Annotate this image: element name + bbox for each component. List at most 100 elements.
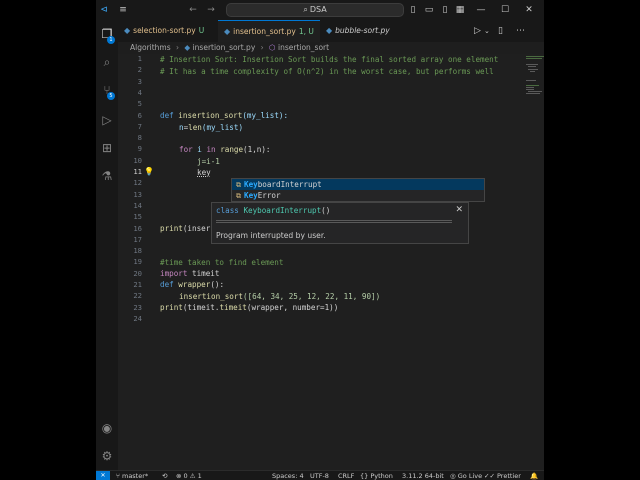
remote-indicator-icon[interactable]: ✕ [96,471,110,480]
line-number: 13 [133,189,142,199]
code-line-22: insertion_sort([64, 34, 25, 12, 22, 11, … [179,292,381,301]
workspace-name: DSA [309,5,327,14]
suggestion-item[interactable]: ⧉ KeyError [232,190,484,201]
search-icon[interactable]: ⌕ [99,54,115,70]
line-number: 5 [137,99,142,109]
tab-bubble-sort[interactable]: ◆ bubble-sort.py [320,20,410,42]
line-number: 21 [133,280,142,289]
code-line-9: for i in range(1,n): [179,145,271,154]
status-bar: ✕ ⑂ master* ⟲ ⊗ 0 ⚠ 1 Spaces: 4 UTF-8 CR… [96,470,544,480]
code-line-2: # It has a time complexity of O(n^2) in … [160,67,494,76]
sync-icon[interactable]: ⟲ [162,471,167,480]
line-number: 1 [137,54,142,63]
maximize-icon[interactable]: ☐ [500,4,510,16]
python-file-icon: ◆ [184,43,191,52]
python-file-icon: ◆ [124,26,131,35]
line-number: 11 [133,167,142,176]
line-number: 22 [133,291,142,301]
branch-item[interactable]: ⑂ master* [116,471,148,480]
line-number: 3 [137,76,142,86]
account-icon[interactable]: ◉ [99,420,115,436]
code-line-20: import timeit [160,269,220,278]
code-line-11: key [197,168,211,177]
layout-secondary-icon[interactable]: ▯ [440,4,450,16]
settings-gear-icon[interactable]: ⚙ [99,448,115,464]
python-file-icon: ◆ [326,26,333,35]
command-center-search[interactable]: ⌕ DSA [226,3,404,17]
python-file-icon: ◆ [224,27,231,36]
braces-icon: {} [360,472,369,480]
code-line-21: def wrapper(): [160,280,225,289]
chevron-right-icon: › [260,43,264,52]
line-number: 12 [133,178,142,188]
interpreter-item[interactable]: 3.11.2 64-bit [402,471,444,480]
minimize-icon[interactable]: — [476,4,486,16]
suggestion-item[interactable]: ⧉ KeyboardInterrupt [232,179,484,190]
eol-item[interactable]: CRLF [338,471,354,480]
code-editor[interactable]: 1 2 3 4 5 6 7 8 9 10 11 12 13 14 15 16 17 18 19 20 21 22 23 24 … [118,54,544,470]
broadcast-icon: ◎ [450,472,456,480]
activity-bar: ❐ 1 ⌕ ⑂ 5 ▷ ⊞ ⚗ ◉ ⚙ [96,20,118,470]
layout-customize-icon[interactable]: ▦ [455,4,465,16]
code-line-23: print(timeit.timeit(wrapper, number=1)) [160,303,339,312]
split-editor-icon[interactable]: ▯ [498,24,503,38]
line-number: 16 [133,223,142,233]
menu-icon[interactable]: ≡ [118,4,128,16]
vscode-window: ⊲ ≡ ← → ⌕ DSA ▯ ▭ ▯ ▦ — ☐ ✕ ❐ 1 ⌕ ⑂ 5 ▷ ⊞… [96,0,544,480]
code-line-7: n=len(my_list) [179,123,244,132]
run-debug-icon[interactable]: ▷ [99,112,115,128]
vscode-logo-icon: ⊲ [100,5,108,15]
breadcrumb-file[interactable]: insertion_sort.py [193,43,256,52]
line-number: 2 [137,65,142,75]
line-number: 19 [133,257,142,267]
close-icon[interactable]: ✕ [524,4,534,16]
tab-selection-sort[interactable]: ◆ selection-sort.py U [118,20,218,42]
run-file-icon[interactable]: ▷ [474,24,481,38]
line-number: 6 [137,110,142,120]
golive-item[interactable]: ◎ Go Live [450,471,482,480]
line-number: 4 [137,87,142,97]
double-check-icon: ✓✓ [484,472,495,480]
forward-arrow-icon[interactable]: → [206,4,216,16]
more-actions-icon[interactable]: ⋯ [516,24,525,38]
chevron-right-icon: › [176,43,180,52]
class-symbol-icon: ⧉ [236,192,241,200]
prettier-item[interactable]: ✓✓ Prettier [484,471,521,480]
run-dropdown-icon[interactable]: ⌄ [484,24,490,38]
notifications-bell-icon[interactable]: 🔔 [530,471,538,480]
problems-item[interactable]: ⊗ 0 ⚠ 1 [176,471,202,480]
line-number: 9 [137,144,142,154]
breadcrumb: Algorithms › ◆ insertion_sort.py › ⬡ ins… [118,42,544,54]
code-line-1: # Insertion Sort: Insertion Sort builds … [160,55,499,64]
error-icon: ⊗ [176,472,182,480]
lightbulb-icon[interactable]: 💡 [144,167,154,176]
layout-panel-icon[interactable]: ▭ [424,4,434,16]
breadcrumb-symbol[interactable]: insertion_sort [278,43,329,52]
search-icon: ⌕ [303,5,308,14]
details-documentation: Program interrupted by user. [216,231,326,240]
line-number: 7 [137,121,142,131]
indentation-item[interactable]: Spaces: 4 [272,471,304,480]
suggest-widget: ⧉ KeyboardInterrupt ⧉ KeyError [231,178,485,202]
close-icon[interactable]: ✕ [455,205,463,215]
extensions-icon[interactable]: ⊞ [99,140,115,156]
breadcrumb-folder[interactable]: Algorithms [130,43,171,52]
encoding-item[interactable]: UTF-8 [310,471,329,480]
language-item[interactable]: {} Python [360,471,393,480]
back-arrow-icon[interactable]: ← [188,4,198,16]
explorer-badge: 1 [107,36,115,44]
line-number: 10 [133,155,142,165]
layout-sidebar-icon[interactable]: ▯ [408,4,418,16]
tab-insertion-sort[interactable]: ◆ insertion_sort.py 1, U [218,20,320,42]
line-number: 8 [137,133,142,143]
vertical-scrollbar[interactable] [534,54,544,470]
git-branch-icon: ⑂ [116,472,120,480]
line-number: 18 [133,246,142,256]
testing-icon[interactable]: ⚗ [99,168,115,184]
suggest-details-widget: class KeyboardInterrupt() ✕ Program inte… [211,202,469,244]
title-bar: ⊲ ≡ ← → ⌕ DSA ▯ ▭ ▯ ▦ — ☐ ✕ [96,0,544,20]
code-line-6: def insertion_sort(my_list): [160,111,289,120]
code-line-16: print(inser [160,224,211,233]
source-control-badge: 5 [107,92,115,100]
code-line-10: j=i-1 [197,157,220,166]
